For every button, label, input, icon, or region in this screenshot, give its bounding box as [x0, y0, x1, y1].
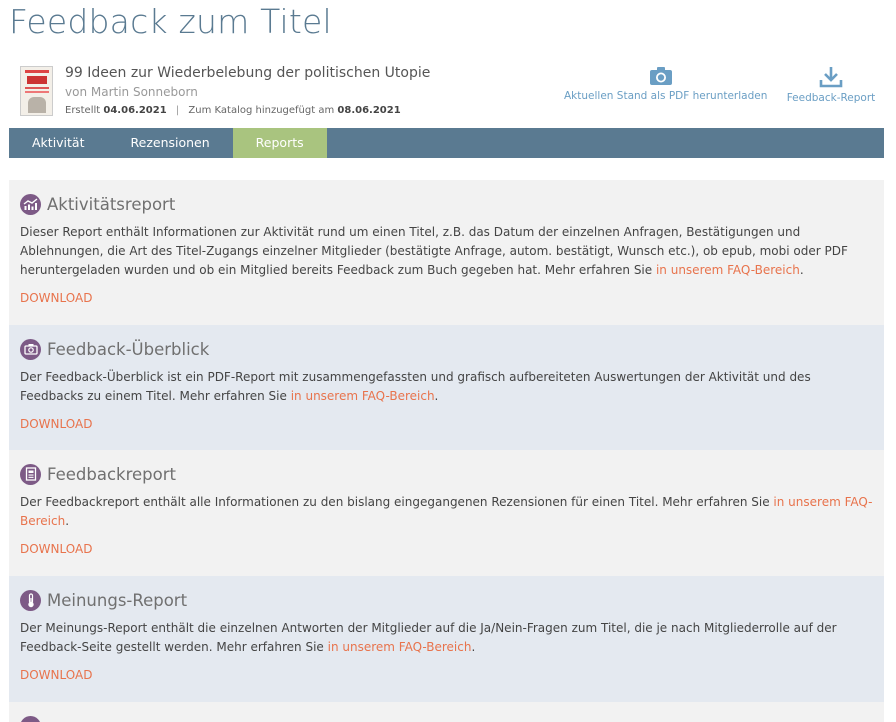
book-author: von Martin Sonneborn [65, 85, 198, 99]
faq-link[interactable]: in unserem FAQ-Bereich [291, 389, 435, 403]
camera-icon [649, 66, 673, 86]
download-link[interactable]: DOWNLOAD [20, 668, 92, 682]
feedback-report-label: Feedback-Report [787, 92, 876, 104]
download-link[interactable]: DOWNLOAD [20, 417, 92, 431]
document-icon [20, 464, 41, 485]
faq-link[interactable]: in unserem FAQ-Bereich [328, 640, 472, 654]
report-feedback-ueberblick: Feedback-Überblick Der Feedback-Überblic… [9, 325, 884, 450]
report-icon [20, 716, 41, 722]
faq-link[interactable]: in unserem FAQ-Bereich [656, 263, 800, 277]
page-title: Feedback zum Titel [9, 2, 332, 41]
tab-aktivitaet[interactable]: Aktivität [9, 128, 108, 158]
book-title[interactable]: 99 Ideen zur Wiederbelebung der politisc… [65, 65, 430, 81]
feedback-report-button[interactable]: Feedback-Report [780, 66, 882, 104]
report-aktivitaetsreport: Aktivitätsreport Dieser Report enthält I… [9, 180, 884, 325]
tab-rezensionen[interactable]: Rezensionen [108, 128, 233, 158]
created-date: 04.06.2021 [103, 105, 166, 116]
thermometer-icon [20, 590, 41, 611]
book-header: 99 Ideen zur Wiederbelebung der politisc… [20, 66, 880, 122]
chart-icon [20, 194, 41, 215]
tab-bar: Aktivität Rezensionen Reports [9, 128, 884, 158]
report-description: Dieser Report enthält Informationen zur … [20, 223, 873, 280]
report-description: Der Meinungs-Report enthält die einzelne… [20, 619, 873, 657]
camera-icon [20, 339, 41, 360]
report-title: Meinungs-Report [47, 591, 187, 610]
download-link[interactable]: DOWNLOAD [20, 542, 92, 556]
catalog-label: Zum Katalog hinzugefügt am [188, 105, 334, 116]
book-meta: Erstellt 04.06.2021 | Zum Katalog hinzug… [65, 105, 401, 116]
reports-list: Aktivitätsreport Dieser Report enthält I… [9, 180, 884, 722]
book-cover[interactable] [20, 66, 53, 116]
download-icon [819, 66, 843, 88]
report-next-partial [9, 702, 884, 722]
meta-separator: | [176, 105, 179, 116]
report-title: Aktivitätsreport [47, 195, 175, 214]
report-feedbackreport: Feedbackreport Der Feedbackreport enthäl… [9, 450, 884, 576]
pdf-download-label: Aktuellen Stand als PDF herunterladen [564, 90, 767, 102]
pdf-download-button[interactable]: Aktuellen Stand als PDF herunterladen [564, 66, 758, 102]
report-meinungs-report: Meinungs-Report Der Meinungs-Report enth… [9, 576, 884, 702]
created-label: Erstellt [65, 105, 100, 116]
catalog-date: 08.06.2021 [337, 105, 400, 116]
report-description: Der Feedbackreport enthält alle Informat… [20, 493, 873, 531]
report-title: Feedbackreport [47, 465, 176, 484]
download-link[interactable]: DOWNLOAD [20, 291, 92, 305]
report-title: Feedback-Überblick [47, 340, 209, 359]
tab-reports[interactable]: Reports [233, 128, 327, 158]
report-description: Der Feedback-Überblick ist ein PDF-Repor… [20, 368, 873, 406]
